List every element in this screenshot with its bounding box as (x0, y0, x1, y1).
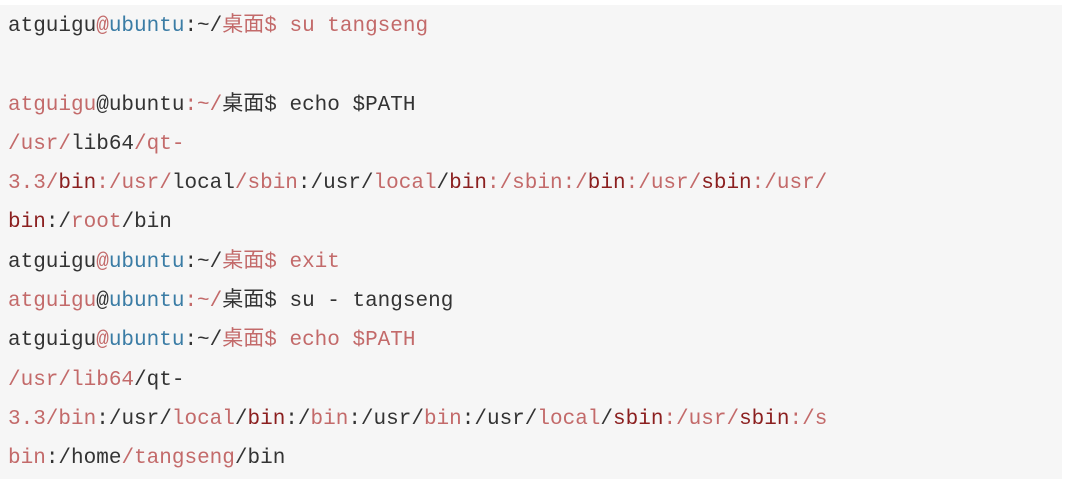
terminal-text-segment: root (71, 211, 122, 235)
terminal-text-segment: ubuntu (108, 329, 185, 353)
terminal-line: atguigu@ubuntu:~/桌面$ su tangseng (8, 7, 1062, 46)
terminal-text-segment: local (537, 407, 601, 431)
terminal-text-segment: sbin (701, 172, 752, 196)
terminal-text-segment: bin (423, 407, 462, 431)
terminal-text-segment: sbin (739, 407, 790, 431)
terminal-text-segment: ubuntu (108, 250, 185, 274)
terminal-text-segment: bin (58, 172, 97, 196)
terminal-text-segment: / (436, 172, 450, 196)
terminal-text-segment: /usr/ (8, 368, 72, 392)
terminal-text-segment: atguigu (8, 250, 97, 274)
terminal-text-segment: 3.3/ (8, 407, 59, 431)
terminal-text-segment: :~/ (184, 15, 223, 38)
terminal-text-segment: bin (587, 172, 626, 196)
terminal-text-segment: bin (449, 172, 487, 196)
terminal-text-segment: 桌面 (222, 93, 265, 117)
terminal-text-segment: /usr/ (8, 132, 72, 156)
terminal-line: atguigu@ubuntu:~/桌面$ exit (8, 243, 1062, 282)
terminal-text-segment: :/sbin:/ (486, 172, 588, 196)
terminal-line: atguigu@ubuntu:~/桌面$ su - tangseng (8, 282, 1062, 321)
terminal-text-segment: $ echo $PATH (264, 329, 416, 353)
terminal-text-segment: local (171, 407, 235, 431)
terminal-text-segment: $ su tangseng (264, 15, 429, 38)
terminal-text-segment: :/usr/ (625, 172, 702, 196)
terminal-text-segment: :~/ (184, 93, 223, 117)
terminal-line: 3.3/bin:/usr/local/bin:/bin:/usr/bin:/us… (8, 400, 1062, 439)
terminal-text-segment: :/usr/ (751, 172, 828, 196)
terminal-text-segment: :~/ (184, 290, 223, 314)
terminal-text-segment: $ exit (264, 250, 340, 274)
terminal-text-segment: :/usr/ (96, 172, 172, 196)
terminal-text-segment: lib64 (71, 368, 135, 392)
terminal-text-segment: / (234, 172, 248, 196)
terminal-text-segment: home (71, 447, 122, 471)
terminal-text-segment: :/usr/ (461, 407, 538, 431)
terminal-text-segment: @ (96, 15, 109, 38)
terminal-line: bin:/root/bin (8, 203, 1062, 242)
terminal-text-segment: atguigu (8, 15, 97, 38)
terminal-text-segment: local (171, 172, 235, 196)
terminal-text-segment: / (121, 211, 135, 235)
terminal-text-segment: bin (247, 447, 286, 471)
terminal-text-segment: 桌面 (222, 15, 265, 38)
terminal-line: /usr/lib64/qt- (8, 361, 1062, 400)
terminal-text-segment: sbin (247, 172, 298, 196)
terminal-text-segment: :/usr/ (96, 407, 172, 431)
terminal-text-segment: qt- (146, 368, 185, 392)
terminal-text-segment: atguigu (8, 290, 97, 314)
terminal-text-segment: / (234, 447, 248, 471)
terminal-text-segment: bin (134, 211, 172, 235)
terminal-text-segment: ubuntu (108, 290, 185, 314)
terminal-text-segment: sbin (613, 407, 664, 431)
terminal-text-segment: $ echo $PATH (264, 93, 416, 117)
terminal-text-segment: 桌面 (222, 329, 265, 353)
terminal-line: 3.3/bin:/usr/local/sbin:/usr/local/bin:/… (8, 164, 1062, 203)
terminal-text-segment: tangseng (134, 447, 235, 471)
terminal-text-segment: /qt- (134, 132, 185, 156)
terminal-text-segment: :/usr/ (297, 172, 374, 196)
terminal-text-segment: @ (96, 290, 109, 314)
terminal-text-segment: @ (96, 329, 109, 353)
terminal-line: /usr/lib64/qt- (8, 125, 1062, 164)
terminal-text-segment: 3.3/ (8, 172, 59, 196)
terminal-text-segment: / (134, 368, 147, 392)
terminal-text-segment: bin (8, 211, 46, 235)
terminal-code-block: atguigu@ubuntu:~/桌面$ su tangseng atguigu… (0, 5, 1062, 479)
terminal-text-segment: @ (96, 250, 109, 274)
terminal-text-segment: bin (247, 407, 286, 431)
terminal-text-segment: :/ (285, 407, 311, 431)
terminal-text-segment: ubuntu (108, 15, 185, 38)
terminal-text-segment: 桌面 (222, 290, 265, 314)
terminal-text-segment: :~/ (184, 250, 223, 274)
terminal-text-segment: / (121, 447, 135, 471)
terminal-text-segment: ubuntu (108, 93, 185, 117)
terminal-line: atguigu@ubuntu:~/桌面$ echo $PATH (8, 321, 1062, 360)
terminal-text-segment: :~/ (184, 329, 223, 353)
terminal-text-segment: lib64 (71, 132, 135, 156)
terminal-text-segment: atguigu (8, 93, 97, 117)
terminal-text-segment: local (373, 172, 437, 196)
terminal-line: bin:/home/tangseng/bin (8, 439, 1062, 478)
terminal-line: atguigu@ubuntu:~/桌面$ echo $PATH (8, 86, 1062, 125)
terminal-text-segment: :/usr/ (663, 407, 740, 431)
terminal-text-segment: :/ (45, 211, 72, 235)
terminal-text-segment: bin (8, 447, 46, 471)
terminal-text-segment: $ su - tangseng (264, 290, 454, 314)
terminal-text-segment: atguigu (8, 329, 97, 353)
terminal-text-segment: / (234, 407, 248, 431)
terminal-text-segment: bin (310, 407, 349, 431)
terminal-text-segment: :/ (45, 447, 72, 471)
terminal-text-segment: :/s (789, 407, 828, 431)
terminal-text-segment: 桌面 (222, 250, 265, 274)
terminal-text-segment: / (600, 407, 614, 431)
terminal-text-segment: bin (58, 407, 97, 431)
terminal-text-segment: @ (96, 93, 109, 117)
terminal-text-segment: :/usr/ (348, 407, 424, 431)
